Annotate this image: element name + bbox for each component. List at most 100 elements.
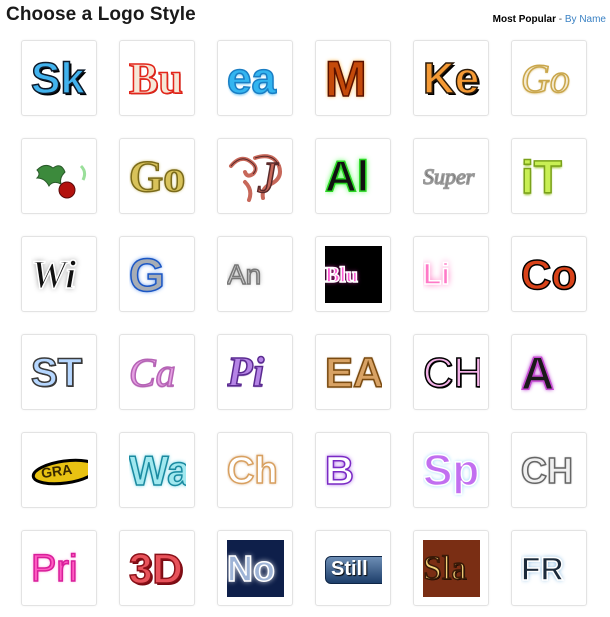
logo-thumbnail: EA: [325, 344, 382, 401]
logo-style-ca[interactable]: Ca: [119, 334, 195, 410]
logo-style-an[interactable]: An: [217, 236, 293, 312]
logo-style-bu[interactable]: Bu: [119, 40, 195, 116]
logo-style-blu[interactable]: Blu: [315, 236, 391, 312]
logo-thumbnail: CH: [521, 442, 578, 499]
logo-thumbnail: Ca: [129, 344, 186, 401]
logo-style-pi[interactable]: Pi: [217, 334, 293, 410]
logo-thumbnail: Super: [423, 148, 480, 205]
logo-style-pri[interactable]: Pri: [21, 530, 97, 606]
logo-style-m[interactable]: M: [315, 40, 391, 116]
logo-style-ch-glass[interactable]: Ch: [217, 432, 293, 508]
logo-sample-text: FR: [521, 550, 564, 587]
logo-style-ch-pink[interactable]: CH: [413, 334, 489, 410]
logo-sample-text: 3D: [129, 544, 183, 592]
logo-style-g-steel[interactable]: G: [119, 236, 195, 312]
logo-thumbnail: J: [227, 148, 284, 205]
logo-style-super[interactable]: Super: [413, 138, 489, 214]
logo-style-wi[interactable]: Wi: [21, 236, 97, 312]
logo-sample-text: Go: [129, 151, 186, 201]
logo-style-go-gold[interactable]: Go: [511, 40, 587, 116]
logo-thumbnail: Sp: [423, 442, 480, 499]
logo-thumbnail: Co: [521, 246, 578, 303]
logo-style-fr[interactable]: FR: [511, 530, 587, 606]
logo-thumbnail: An: [227, 246, 284, 303]
logo-thumbnail: 3D: [129, 540, 186, 597]
logo-style-wa[interactable]: Wa: [119, 432, 195, 508]
logo-thumbnail: Go: [129, 148, 186, 205]
logo-thumbnail: M: [325, 50, 382, 107]
logo-sample-text: CH: [521, 449, 574, 491]
logo-sample-text: Ch: [227, 449, 278, 492]
logo-sample-text: Sp: [423, 445, 480, 495]
logo-style-sp[interactable]: Sp: [413, 432, 489, 508]
logo-style-ea[interactable]: ea: [217, 40, 293, 116]
logo-style-ke[interactable]: Ke: [413, 40, 489, 116]
logo-style-st[interactable]: ST: [21, 334, 97, 410]
logo-thumbnail: [31, 148, 88, 205]
logo-sample-text: Super: [423, 163, 475, 189]
logo-sample-text: ST: [31, 350, 83, 395]
logo-sample-text: Pi: [227, 349, 265, 396]
logo-style-sla[interactable]: Sla: [413, 530, 489, 606]
logo-sample-text: Sla: [423, 549, 467, 587]
logo-sample-text: Al: [325, 151, 370, 201]
logo-sample-text: Li: [423, 257, 450, 291]
logo-thumbnail: Sk: [31, 50, 88, 107]
logo-sample-text: CH: [423, 348, 480, 396]
logo-thumbnail: CH: [423, 344, 480, 401]
logo-style-a-neon[interactable]: A: [511, 334, 587, 410]
logo-thumbnail: iT: [521, 148, 578, 205]
logo-thumbnail: Li: [423, 246, 480, 303]
logo-style-3d[interactable]: 3D: [119, 530, 195, 606]
logo-sample-text: Still: [331, 558, 368, 580]
sort-by-name-link[interactable]: By Name: [565, 14, 606, 25]
logo-thumbnail: Bu: [129, 50, 186, 107]
logo-style-co[interactable]: Co: [511, 236, 587, 312]
logo-style-ch-drip[interactable]: CH: [511, 432, 587, 508]
logo-style-it[interactable]: iT: [511, 138, 587, 214]
logo-style-li[interactable]: Li: [413, 236, 489, 312]
logo-style-al[interactable]: Al: [315, 138, 391, 214]
logo-thumbnail: G: [129, 246, 186, 303]
logo-style-sk[interactable]: Sk: [21, 40, 97, 116]
logo-sample-text: A: [521, 346, 555, 399]
logo-style-b-purple[interactable]: B: [315, 432, 391, 508]
logo-thumbnail: Sla: [423, 540, 480, 597]
logo-thumbnail: B: [325, 442, 382, 499]
logo-style-no[interactable]: No: [217, 530, 293, 606]
logo-thumbnail: Wa: [129, 442, 186, 499]
logo-sample-text: Pri: [31, 547, 78, 590]
logo-sample-text: J: [256, 153, 277, 202]
sort-most-popular[interactable]: Most Popular: [493, 14, 556, 25]
logo-sample-text: EA: [325, 348, 382, 396]
logo-sample-text: iT: [521, 150, 563, 203]
logo-sample-text: An: [227, 258, 262, 290]
logo-style-still[interactable]: Still: [315, 530, 391, 606]
logo-thumbnail: ea: [227, 50, 284, 107]
logo-sample-text: Ca: [129, 349, 176, 395]
logo-style-swirl[interactable]: J: [217, 138, 293, 214]
sort-separator: -: [555, 14, 565, 25]
logo-style-ea-wood[interactable]: EA: [315, 334, 391, 410]
logo-sample-text: M: [325, 50, 367, 107]
logo-thumbnail: ST: [31, 344, 88, 401]
logo-style-gra[interactable]: GRA: [21, 432, 97, 508]
page-title: Choose a Logo Style: [6, 4, 196, 25]
logo-sample-text: Wi: [31, 251, 77, 297]
logo-sample-text: Blu: [325, 261, 359, 287]
logo-thumbnail: Still: [325, 540, 382, 597]
logo-sample-text: No: [227, 547, 276, 589]
logo-style-go-metal[interactable]: Go: [119, 138, 195, 214]
logo-style-grid: Sk Bu ea M Ke Go Go J Al Super iT Wi G An Blu Li Co ST Ca P…: [21, 40, 587, 606]
logo-sample-text: B: [325, 448, 355, 493]
logo-thumbnail: A: [521, 344, 578, 401]
logo-sample-text: Co: [521, 250, 578, 298]
logo-sample-text: G: [129, 248, 166, 301]
holly-icon: [35, 164, 87, 199]
logo-thumbnail: Ke: [423, 50, 480, 107]
logo-thumbnail: No: [227, 540, 284, 597]
logo-sample-text: Sk: [31, 53, 86, 103]
logo-style-holly[interactable]: [21, 138, 97, 214]
logo-thumbnail: Go: [521, 50, 578, 107]
logo-thumbnail: Ch: [227, 442, 284, 499]
